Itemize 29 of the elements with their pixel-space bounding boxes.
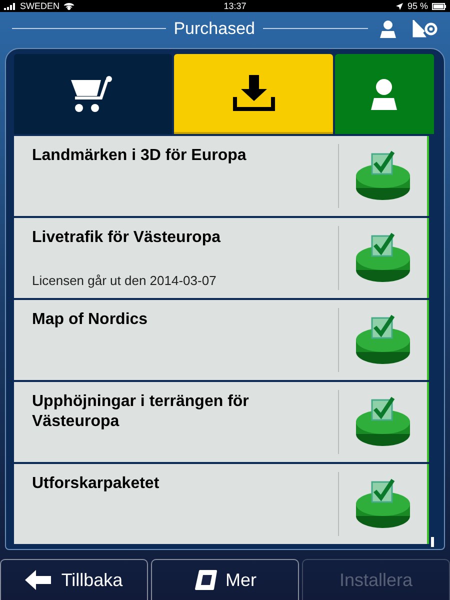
license-expiry-text: Licensen går ut den 2014-03-07 <box>32 272 218 290</box>
wifi-icon <box>64 2 74 10</box>
screen-title: Purchased <box>174 18 255 40</box>
purchased-item-row[interactable]: Livetrafik för Västeuropa Licensen går ut den 2014-03-07 <box>14 218 429 298</box>
purchased-item-row[interactable]: Upphöjningar i terrängen för Västeuropa <box>14 382 429 462</box>
purchased-item-row[interactable]: Utforskarpaketet <box>14 464 429 544</box>
purchased-item-row[interactable]: Map of Nordics <box>14 300 429 380</box>
scrollbar-thumb <box>431 537 434 547</box>
location-arrow-icon <box>396 2 404 10</box>
item-title: Utforskarpaketet <box>32 474 160 494</box>
purchased-item-row[interactable]: Landmärken i 3D för Europa <box>14 136 429 216</box>
item-title: Upphöjningar i terrängen för Västeuropa <box>32 392 250 432</box>
download-icon <box>232 73 276 113</box>
tab[interactable] <box>174 54 333 134</box>
item-title: Livetrafik för Västeuropa <box>32 228 222 248</box>
person-icon[interactable] <box>380 20 396 38</box>
toolbar-button[interactable]: Mer <box>151 559 299 600</box>
signal-icon <box>4 2 16 10</box>
clock-time: 13:37 <box>224 2 246 10</box>
left-arrow-icon <box>25 570 54 590</box>
item-title: Map of Nordics <box>32 310 149 330</box>
battery-percent: 95 % <box>407 2 428 10</box>
battery-icon <box>432 2 446 10</box>
toolbar-button[interactable]: Tillbaka <box>0 559 148 600</box>
carrier-name: SWEDEN <box>20 2 60 10</box>
person-icon <box>370 78 398 110</box>
tab[interactable] <box>14 54 172 134</box>
satellite-icon[interactable] <box>412 20 438 38</box>
item-title: Landmärken i 3D för Europa <box>32 146 248 166</box>
